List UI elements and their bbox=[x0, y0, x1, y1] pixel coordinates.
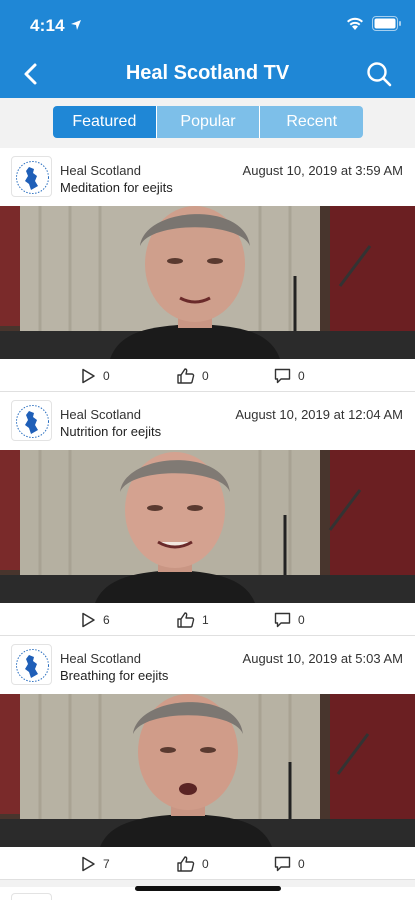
post-author: Heal Scotland bbox=[60, 163, 141, 178]
status-bar: 4:14 bbox=[0, 0, 415, 50]
video-thumbnail[interactable] bbox=[0, 206, 415, 359]
battery-icon bbox=[372, 16, 401, 31]
status-time: 4:14 bbox=[30, 16, 65, 35]
location-icon bbox=[71, 20, 81, 30]
logo-icon bbox=[16, 161, 49, 194]
avatar[interactable] bbox=[11, 400, 52, 441]
post-title: Breathing for eejits bbox=[60, 668, 169, 683]
like-icon bbox=[177, 612, 195, 628]
page-title: Heal Scotland TV bbox=[125, 62, 290, 84]
play-count-value: 7 bbox=[103, 857, 110, 871]
like-count[interactable]: 0 bbox=[177, 367, 209, 385]
post-stats: 7 0 0 bbox=[0, 847, 415, 880]
tab-recent[interactable]: Recent bbox=[259, 106, 363, 138]
comment-icon bbox=[274, 856, 291, 872]
segmented-control: Featured Popular Recent bbox=[53, 106, 363, 138]
video-thumbnail[interactable] bbox=[0, 450, 415, 603]
video-card[interactable]: Heal Scotland Nutrition for eejits Augus… bbox=[0, 392, 415, 636]
play-count-value: 6 bbox=[103, 613, 110, 627]
tab-popular[interactable]: Popular bbox=[155, 106, 260, 138]
post-title: Meditation for eejits bbox=[60, 180, 173, 195]
comment-count-value: 0 bbox=[298, 857, 305, 871]
like-count-value: 1 bbox=[202, 613, 209, 627]
post-header: Heal Scotland Nutrition for eejits Augus… bbox=[0, 392, 415, 450]
tab-bar: Featured Popular Recent bbox=[0, 98, 415, 148]
app-header: 4:14 Heal Scotland TV bbox=[0, 0, 415, 98]
play-count[interactable]: 7 bbox=[80, 855, 110, 873]
tab-featured[interactable]: Featured bbox=[53, 106, 156, 138]
nav-bar: Heal Scotland TV bbox=[0, 50, 415, 98]
like-icon bbox=[177, 856, 195, 872]
avatar[interactable] bbox=[11, 644, 52, 685]
avatar[interactable] bbox=[11, 156, 52, 197]
video-card[interactable]: Heal Scotland Meditation for eejits Augu… bbox=[0, 148, 415, 392]
play-icon bbox=[82, 612, 95, 628]
post-author: Heal Scotland bbox=[60, 407, 141, 422]
post-author: Heal Scotland bbox=[60, 651, 141, 666]
post-header: Heal Scotland Breathing for eejits Augus… bbox=[0, 636, 415, 694]
post-date: August 10, 2019 at 12:04 AM bbox=[235, 407, 403, 422]
video-feed: Heal Scotland Meditation for eejits Augu… bbox=[0, 148, 415, 900]
comment-count[interactable]: 0 bbox=[274, 367, 305, 385]
play-icon bbox=[82, 368, 95, 384]
post-title: Nutrition for eejits bbox=[60, 424, 162, 439]
wifi-icon bbox=[347, 17, 363, 30]
comment-count[interactable]: 0 bbox=[274, 611, 305, 629]
avatar bbox=[11, 893, 52, 900]
video-card[interactable]: Heal Scotland Breathing for eejits Augus… bbox=[0, 636, 415, 880]
video-thumbnail[interactable] bbox=[0, 694, 415, 847]
home-indicator bbox=[135, 886, 281, 891]
like-icon bbox=[177, 368, 195, 384]
comment-icon bbox=[274, 368, 291, 384]
play-count[interactable]: 6 bbox=[80, 611, 110, 629]
play-count-value: 0 bbox=[103, 369, 110, 383]
post-header: Heal Scotland Meditation for eejits Augu… bbox=[0, 148, 415, 206]
post-stats: 0 0 0 bbox=[0, 359, 415, 392]
like-count[interactable]: 0 bbox=[177, 855, 209, 873]
logo-icon bbox=[16, 649, 49, 682]
like-count-value: 0 bbox=[202, 857, 209, 871]
comment-icon bbox=[274, 612, 291, 628]
comment-count[interactable]: 0 bbox=[274, 855, 305, 873]
play-icon bbox=[82, 856, 95, 872]
play-count[interactable]: 0 bbox=[80, 367, 110, 385]
comment-count-value: 0 bbox=[298, 613, 305, 627]
post-date: August 10, 2019 at 5:03 AM bbox=[242, 651, 403, 666]
search-icon[interactable] bbox=[365, 60, 393, 88]
like-count-value: 0 bbox=[202, 369, 209, 383]
comment-count-value: 0 bbox=[298, 369, 305, 383]
post-stats: 6 1 0 bbox=[0, 603, 415, 636]
like-count[interactable]: 1 bbox=[177, 611, 209, 629]
post-date: August 10, 2019 at 3:59 AM bbox=[242, 163, 403, 178]
logo-icon bbox=[16, 405, 49, 438]
